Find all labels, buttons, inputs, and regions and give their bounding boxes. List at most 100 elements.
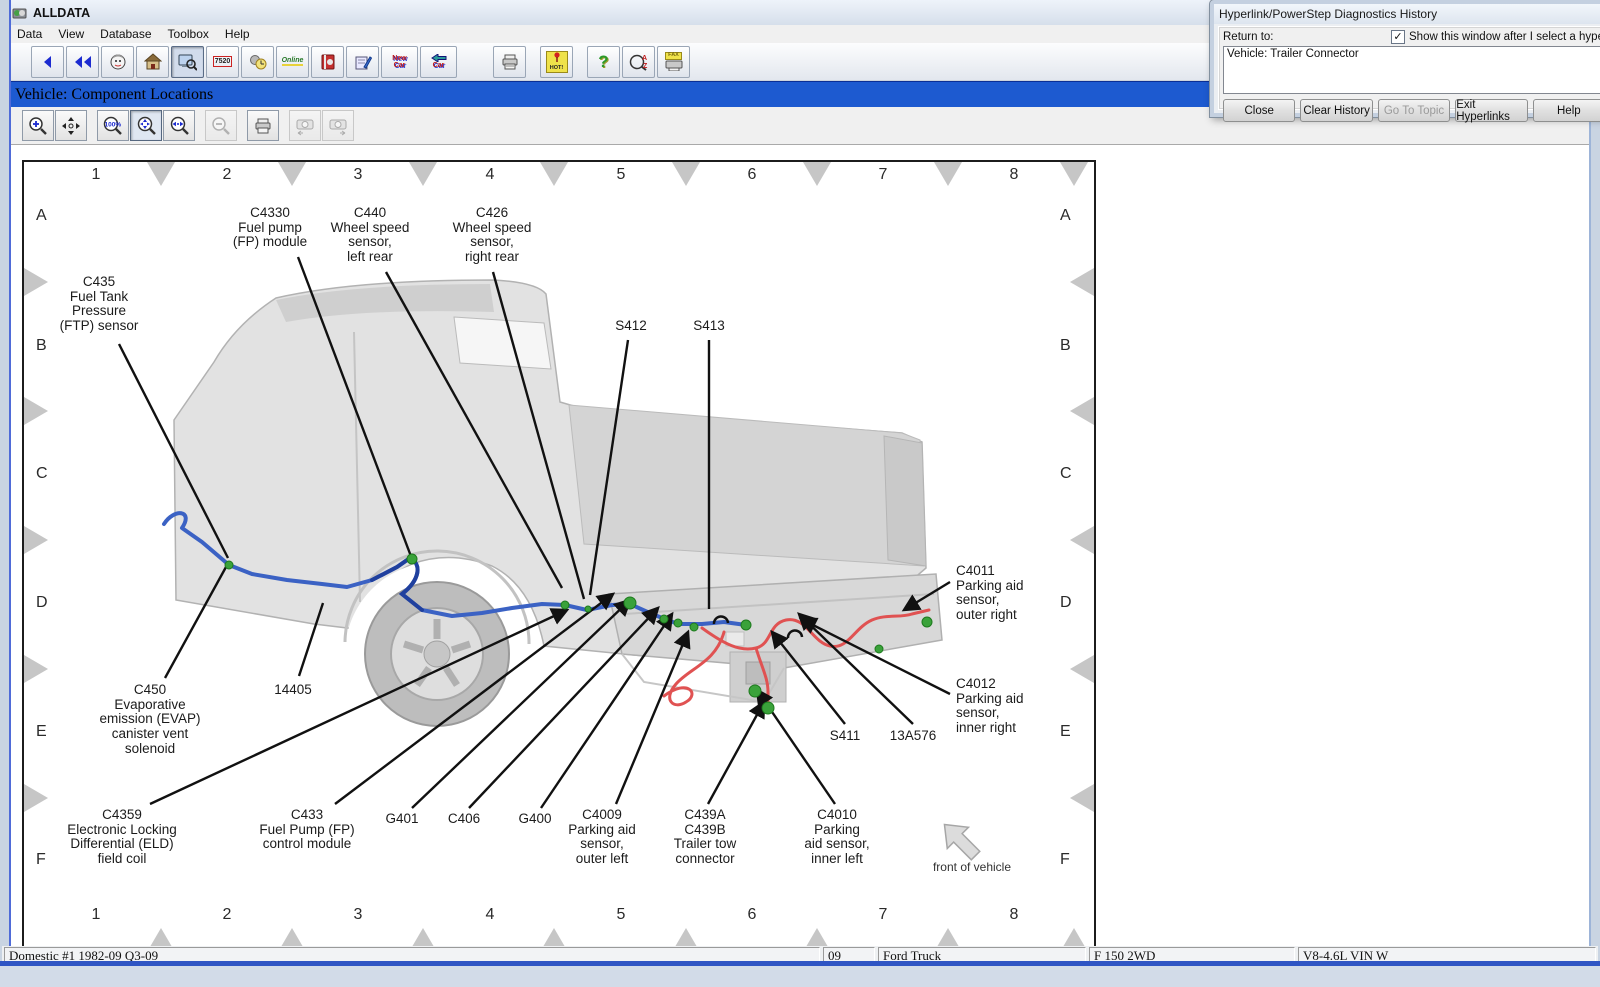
- connector-dot: [407, 554, 417, 564]
- leader-line: [616, 632, 688, 804]
- grid-column-top: 4: [486, 166, 495, 184]
- component-label-c4009: C4009 Parking aid sensor, outer left: [568, 808, 636, 867]
- menu-database[interactable]: Database: [92, 26, 159, 42]
- az-z-letter: Z: [643, 63, 648, 70]
- front-of-vehicle-label: front of vehicle: [933, 860, 1011, 874]
- grid-row-right: F: [1060, 851, 1070, 869]
- show-window-checkbox[interactable]: ✓: [1391, 30, 1405, 44]
- menu-data[interactable]: Data: [9, 26, 50, 42]
- grid-row-left: D: [36, 594, 48, 612]
- history-list-item[interactable]: Vehicle: Trailer Connector: [1227, 48, 1600, 60]
- grid-marker-triangle: [540, 162, 568, 186]
- az-index-button[interactable]: AZ: [622, 46, 655, 78]
- zoom-in-button[interactable]: [22, 110, 54, 141]
- exit-hyperlinks-button[interactable]: Exit Hyperlinks: [1455, 99, 1527, 122]
- grid-marker-triangle: [24, 268, 48, 296]
- window-title: ALLDATA: [33, 6, 90, 20]
- component-label-c439: C439A C439B Trailer tow connector: [674, 808, 737, 867]
- clear-history-button[interactable]: Clear History: [1300, 99, 1372, 122]
- library-button[interactable]: [311, 46, 344, 78]
- grid-marker-triangle: [1060, 162, 1088, 186]
- menu-toolbox[interactable]: Toolbox: [160, 26, 217, 42]
- fit-page-icon: [136, 116, 156, 136]
- grid-marker-triangle: [24, 397, 48, 425]
- dialog-title-bar[interactable]: Hyperlink/PowerStep Diagnostics History: [1214, 4, 1600, 24]
- go-to-topic-button[interactable]: Go To Topic: [1378, 99, 1450, 122]
- back-history-button[interactable]: [66, 46, 99, 78]
- monitor-magnifier-icon: [178, 53, 197, 71]
- menu-view[interactable]: View: [50, 26, 92, 42]
- hotline-button[interactable]: HOT!: [540, 46, 573, 78]
- dialog-help-button[interactable]: Help: [1533, 99, 1600, 122]
- print-image-button[interactable]: [247, 110, 279, 141]
- home-button[interactable]: [136, 46, 169, 78]
- fit-width-button[interactable]: [163, 110, 195, 141]
- grid-row-left: F: [36, 851, 46, 869]
- component-label-l14405: 14405: [274, 683, 312, 698]
- grid-column-top: 6: [748, 166, 757, 184]
- back-icon: [40, 54, 56, 70]
- fit-page-button[interactable]: [130, 110, 162, 141]
- connector-dot: [660, 615, 668, 623]
- notes-button[interactable]: [346, 46, 379, 78]
- grid-column-bottom: 5: [617, 906, 626, 924]
- grid-row-right: E: [1060, 723, 1071, 741]
- book-icon: [320, 53, 336, 71]
- grid-marker-triangle: [672, 162, 700, 186]
- menu-help[interactable]: Help: [217, 26, 258, 42]
- fax-icon-label: FAX: [665, 52, 682, 60]
- connector-dot: [624, 597, 636, 609]
- component-label-c4359: C4359 Electronic Locking Differential (E…: [67, 808, 177, 867]
- alldata-window: ALLDATA Data View Database Toolbox Help …: [0, 0, 1600, 987]
- new-car-button[interactable]: New Car: [381, 46, 418, 78]
- component-label-c4330: C4330 Fuel pump (FP) module: [233, 206, 307, 250]
- grid-marker-triangle: [147, 162, 175, 186]
- online-button[interactable]: Online: [276, 46, 309, 78]
- history-listbox[interactable]: Vehicle: Trailer Connector: [1223, 46, 1600, 94]
- grid-marker-triangle: [1070, 655, 1094, 683]
- help-button[interactable]: ?: [587, 46, 620, 78]
- component-label-l13a576: 13A576: [890, 729, 937, 744]
- grid-column-bottom: 7: [879, 906, 888, 924]
- component-location-diagram[interactable]: 1122334455667788AABBCCDDEEFF C435 Fuel T…: [22, 160, 1096, 954]
- pan-button[interactable]: [55, 110, 87, 141]
- return-arrow-icon: [431, 54, 447, 62]
- connector-dot: [741, 620, 751, 630]
- return-car-button[interactable]: Car: [420, 46, 457, 78]
- grid-marker-triangle: [24, 784, 48, 812]
- next-image-button[interactable]: [322, 110, 354, 141]
- component-label-s413: S413: [693, 319, 725, 334]
- grid-row-left: A: [36, 207, 47, 225]
- code-7520-button[interactable]: 7520: [206, 46, 239, 78]
- grid-column-bottom: 8: [1010, 906, 1019, 924]
- scheduler-button[interactable]: [241, 46, 274, 78]
- grid-column-top: 5: [617, 166, 626, 184]
- expert-button[interactable]: [101, 46, 134, 78]
- grid-marker-triangle: [803, 162, 831, 186]
- print-button[interactable]: [493, 46, 526, 78]
- online-icon: Online: [282, 57, 304, 66]
- grid-row-right: B: [1060, 337, 1071, 355]
- az-a-letter: A: [642, 55, 647, 62]
- component-search-button[interactable]: [171, 46, 204, 78]
- connector-dot: [225, 561, 233, 569]
- leader-line: [708, 702, 764, 804]
- show-window-checkbox-label: Show this window after I select a hype: [1409, 31, 1600, 43]
- grid-marker-triangle: [1070, 397, 1094, 425]
- fax-button[interactable]: FAX: [657, 46, 690, 78]
- dialog-title: Hyperlink/PowerStep Diagnostics History: [1219, 7, 1437, 21]
- close-button[interactable]: Close: [1223, 99, 1295, 122]
- fit-width-icon: [169, 116, 189, 136]
- window-frame-bottom: [0, 961, 1600, 987]
- az-search-icon: AZ: [629, 53, 649, 71]
- back-button[interactable]: [31, 46, 64, 78]
- prev-image-button[interactable]: [289, 110, 321, 141]
- person-icon: [109, 53, 127, 71]
- component-label-c4012: C4012 Parking aid sensor, inner right: [956, 677, 1024, 736]
- window-frame-right: [1589, 0, 1600, 987]
- grid-marker-triangle: [1070, 784, 1094, 812]
- fax-icon: [665, 60, 683, 71]
- zoom-100-button[interactable]: 100%: [97, 110, 129, 141]
- hyperlink-history-dialog[interactable]: Hyperlink/PowerStep Diagnostics History …: [1210, 0, 1600, 117]
- zoom-out-button[interactable]: [205, 110, 237, 141]
